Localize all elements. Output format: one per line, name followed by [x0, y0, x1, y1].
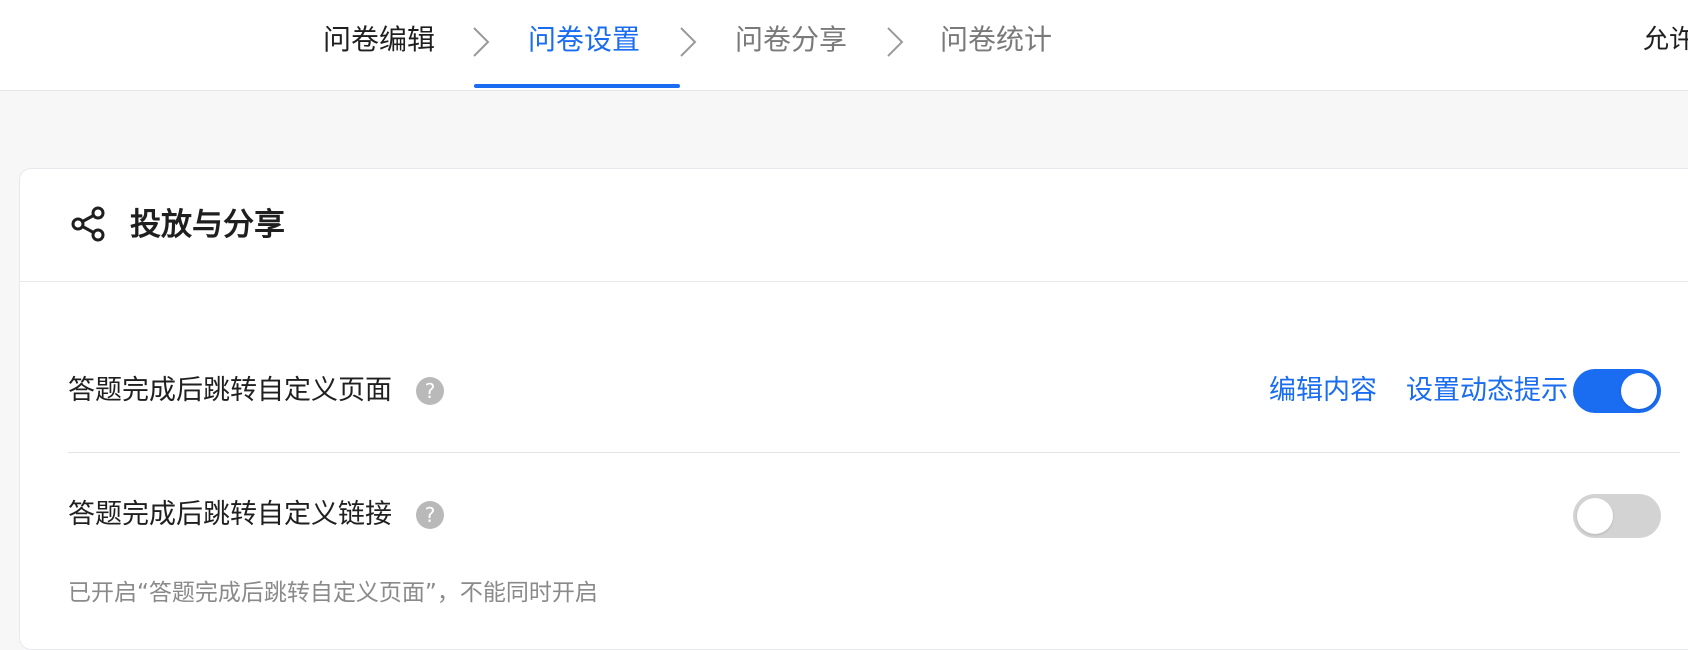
custom-link-toggle[interactable] — [1573, 494, 1661, 538]
distribution-share-card: 投放与分享 答题完成后跳转自定义页面 ? 编辑内容 设置动态提示 答题完成后跳转… — [19, 168, 1688, 650]
mutual-exclusion-hint: 已开启“答题完成后跳转自定义页面”，不能同时开启 — [68, 580, 598, 606]
active-step-underline — [474, 84, 680, 88]
step-question-share[interactable]: 问卷分享 — [735, 20, 847, 60]
card-header: 投放与分享 — [20, 169, 1688, 282]
custom-page-toggle[interactable] — [1573, 369, 1661, 413]
step-question-edit[interactable]: 问卷编辑 — [323, 20, 435, 60]
set-dynamic-tip-link[interactable]: 设置动态提示 — [1406, 371, 1568, 411]
toggle-knob — [1621, 373, 1657, 409]
chevron-right-icon — [887, 27, 904, 57]
step-question-settings[interactable]: 问卷设置 — [528, 20, 640, 60]
row-label-custom-page: 答题完成后跳转自定义页面 — [68, 375, 392, 406]
chevron-right-icon — [473, 27, 490, 57]
edit-content-link[interactable]: 编辑内容 — [1269, 371, 1377, 411]
help-icon[interactable]: ? — [416, 501, 444, 529]
chevron-right-icon — [680, 27, 697, 57]
topbar-right-text: 允许 — [1643, 25, 1688, 55]
toggle-knob — [1577, 498, 1613, 534]
card-title: 投放与分享 — [130, 207, 285, 243]
top-steps-bar: 问卷编辑 问卷设置 问卷分享 问卷统计 允许 — [0, 0, 1688, 91]
row-divider — [68, 452, 1680, 453]
step-question-stats[interactable]: 问卷统计 — [940, 20, 1052, 60]
help-icon[interactable]: ? — [416, 377, 444, 405]
share-icon — [71, 206, 105, 242]
row-label-custom-link: 答题完成后跳转自定义链接 — [68, 499, 392, 530]
